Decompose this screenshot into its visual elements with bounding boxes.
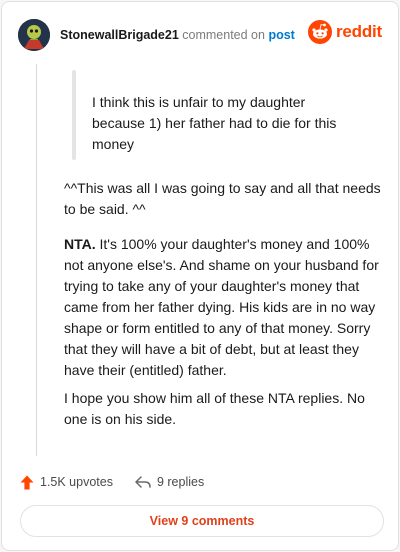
comment-card: StonewallBrigade21 commented on post red… <box>1 1 399 551</box>
brand-name: reddit <box>335 22 382 41</box>
upvote-arrow-icon <box>20 475 34 489</box>
thread-line[interactable] <box>36 64 37 456</box>
replies-button[interactable]: 9 replies <box>135 475 204 489</box>
reply-count: 9 replies <box>156 475 205 489</box>
comment-paragraph-2-body: It's 100% your daughter's money and 100%… <box>64 236 379 378</box>
comment-meta: StonewallBrigade21 commented on post <box>60 28 295 42</box>
reddit-icon <box>307 20 332 44</box>
commented-on-text: commented on <box>182 28 265 42</box>
comment-paragraph-3: I hope you show him all of these NTA rep… <box>64 390 365 427</box>
avatar-image <box>18 19 50 51</box>
username[interactable]: StonewallBrigade21 <box>60 28 179 42</box>
comment-actions: 1.5K upvotes 9 replies <box>20 472 204 492</box>
view-comments-button[interactable]: View 9 comments <box>20 505 384 537</box>
avatar[interactable] <box>18 19 50 51</box>
verdict-label: NTA. <box>64 236 96 252</box>
comment-header: StonewallBrigade21 commented on post red… <box>18 18 382 52</box>
reddit-logo[interactable]: reddit <box>307 20 382 44</box>
reply-arrow-icon <box>135 475 151 488</box>
upvote-count: 1.5K upvotes <box>40 475 113 489</box>
blockquote-bar <box>72 70 76 160</box>
post-link[interactable]: post <box>268 28 294 42</box>
comment-paragraph-2: NTA. It's 100% your daughter's money and… <box>64 234 384 381</box>
comment-paragraph-1: ^^This was all I was going to say and al… <box>64 180 381 217</box>
upvote-button[interactable]: 1.5K upvotes <box>20 475 113 490</box>
blockquote-text: I think this is unfair to my daughter be… <box>92 94 337 152</box>
